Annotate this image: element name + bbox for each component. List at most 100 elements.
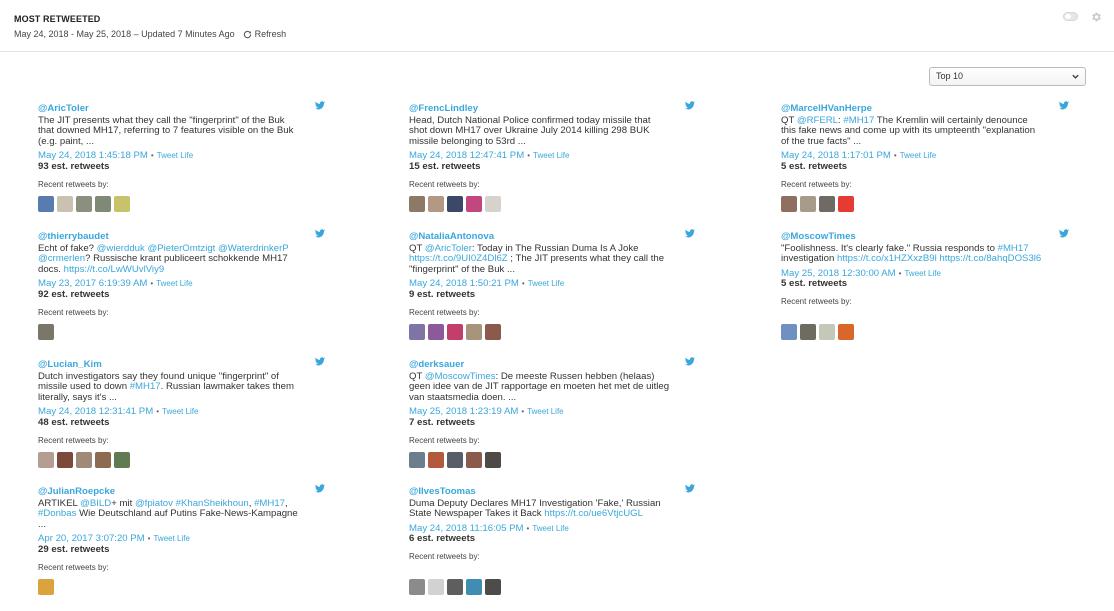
twitter-bird-icon[interactable] <box>315 484 325 497</box>
tweet-life-link[interactable]: Tweet Life <box>528 279 564 290</box>
avatar[interactable] <box>800 196 816 212</box>
avatar[interactable] <box>819 196 835 212</box>
avatar[interactable] <box>819 324 835 340</box>
tweet-link[interactable]: https://t.co/9UI0Z4Dl6Z <box>409 253 508 264</box>
avatar[interactable] <box>781 324 797 340</box>
avatar[interactable] <box>76 452 92 468</box>
avatar[interactable] <box>76 196 92 212</box>
avatar[interactable] <box>466 452 482 468</box>
tweet-life-link[interactable]: Tweet Life <box>153 534 189 545</box>
tweet-life-link[interactable]: Tweet Life <box>527 407 563 418</box>
avatar[interactable] <box>781 196 797 212</box>
twitter-bird-icon[interactable] <box>315 357 325 370</box>
avatar[interactable] <box>466 579 482 595</box>
avatar[interactable] <box>38 452 54 468</box>
avatar[interactable] <box>38 324 54 340</box>
tweet-life-link[interactable]: Tweet Life <box>900 151 936 162</box>
tweet-text: Echt of fake? @wierdduk @PieterOmtzigt @… <box>38 243 300 276</box>
avatar[interactable] <box>409 324 425 340</box>
recent-retweeters <box>781 324 854 340</box>
tweet-life-link[interactable]: Tweet Life <box>532 524 568 535</box>
twitter-bird-icon[interactable] <box>1059 229 1069 242</box>
avatar[interactable] <box>95 452 111 468</box>
tweet-author-link[interactable]: @IlvesToomas <box>409 486 709 498</box>
tweet-text-segment: QT <box>781 114 797 126</box>
tweet-author-link[interactable]: @FrencLindley <box>409 103 709 115</box>
avatar[interactable] <box>447 452 463 468</box>
tweet-author-link[interactable]: @JulianRoepcke <box>38 486 338 498</box>
tweet-link[interactable]: @MoscowTimes <box>425 371 496 382</box>
date-range: May 24, 2018 - May 25, 2018 – Updated 7 … <box>14 29 286 39</box>
twitter-bird-icon[interactable] <box>1059 101 1069 114</box>
tweet-life-link[interactable]: Tweet Life <box>157 151 193 162</box>
avatar[interactable] <box>409 579 425 595</box>
tweet-life-link[interactable]: Tweet Life <box>533 151 569 162</box>
tweet-link[interactable]: https://t.co/LwWUvlViy9 <box>64 264 165 275</box>
tweet-author-link[interactable]: @thierrybaudet <box>38 231 338 243</box>
twitter-bird-icon[interactable] <box>685 484 695 497</box>
avatar[interactable] <box>447 324 463 340</box>
avatar[interactable] <box>447 196 463 212</box>
tweet-link[interactable]: @fpiatov <box>135 498 173 509</box>
twitter-bird-icon[interactable] <box>685 357 695 370</box>
tweet-link[interactable]: https://t.co/8ahqDOS3l6 <box>939 253 1041 264</box>
tweet-author-link[interactable]: @NataliaAntonova <box>409 231 709 243</box>
tweet-link[interactable]: #MH17 <box>843 115 874 126</box>
tweet-link[interactable]: @BILD <box>80 498 111 509</box>
avatar[interactable] <box>428 324 444 340</box>
avatar[interactable] <box>114 196 130 212</box>
avatar[interactable] <box>485 196 501 212</box>
tweet-text-segment: "Foolishness. It's clearly fake." Russia… <box>781 242 998 254</box>
avatar[interactable] <box>838 196 854 212</box>
avatar[interactable] <box>485 452 501 468</box>
tweet-author-link[interactable]: @derksauer <box>409 359 709 371</box>
avatar[interactable] <box>409 452 425 468</box>
tweet-life-link[interactable]: Tweet Life <box>156 279 192 290</box>
tweet-link[interactable]: @AricToler <box>425 243 472 254</box>
avatar[interactable] <box>114 452 130 468</box>
avatar[interactable] <box>95 196 111 212</box>
refresh-button[interactable]: Refresh <box>243 29 286 39</box>
avatar[interactable] <box>466 324 482 340</box>
avatar[interactable] <box>485 579 501 595</box>
twitter-bird-icon[interactable] <box>685 229 695 242</box>
avatar[interactable] <box>838 324 854 340</box>
tweet-author-link[interactable]: @Lucian_Kim <box>38 359 338 371</box>
gear-icon[interactable] <box>1090 11 1102 23</box>
tweet-link[interactable]: #MH17 <box>998 243 1029 254</box>
avatar[interactable] <box>409 196 425 212</box>
avatar[interactable] <box>428 196 444 212</box>
avatar[interactable] <box>428 579 444 595</box>
tweet-author-link[interactable]: @AricToler <box>38 103 338 115</box>
tweet-link[interactable]: #MH17 <box>254 498 285 509</box>
tweet-link[interactable]: @crmerlen <box>38 253 85 264</box>
tweet-link[interactable]: @WaterdrinkerP <box>218 243 289 254</box>
twitter-bird-icon[interactable] <box>315 229 325 242</box>
tweet-link[interactable]: #MH17 <box>130 381 161 392</box>
avatar[interactable] <box>38 196 54 212</box>
top-n-select[interactable]: Top 10 <box>929 67 1086 86</box>
tweet-life-link[interactable]: Tweet Life <box>904 269 940 280</box>
avatar[interactable] <box>800 324 816 340</box>
avatar[interactable] <box>485 324 501 340</box>
tweet-link[interactable]: https://t.co/x1HZXxzB9l <box>837 253 937 264</box>
avatar[interactable] <box>38 579 54 595</box>
avatar[interactable] <box>57 196 73 212</box>
tweet-link[interactable]: #Donbas <box>38 508 76 519</box>
avatar[interactable] <box>428 452 444 468</box>
avatar[interactable] <box>466 196 482 212</box>
tweet-link[interactable]: @PieterOmtzigt <box>147 243 215 254</box>
twitter-bird-icon[interactable] <box>315 101 325 114</box>
separator-dot: • <box>893 151 897 161</box>
avatar[interactable] <box>57 452 73 468</box>
toggle-switch[interactable] <box>1063 12 1078 21</box>
tweet-link[interactable]: #KhanSheikhoun <box>176 498 249 509</box>
avatar[interactable] <box>447 579 463 595</box>
tweet-author-link[interactable]: @MarcelHVanHerpe <box>781 103 1081 115</box>
tweet-link[interactable]: @RFERL <box>797 115 838 126</box>
tweet-author-link[interactable]: @MoscowTimes <box>781 231 1081 243</box>
tweet-life-link[interactable]: Tweet Life <box>162 407 198 418</box>
twitter-bird-icon[interactable] <box>685 101 695 114</box>
tweet-link[interactable]: https://t.co/ue6VtjcUGL <box>544 508 643 519</box>
tweet-link[interactable]: @wierdduk <box>97 243 145 254</box>
